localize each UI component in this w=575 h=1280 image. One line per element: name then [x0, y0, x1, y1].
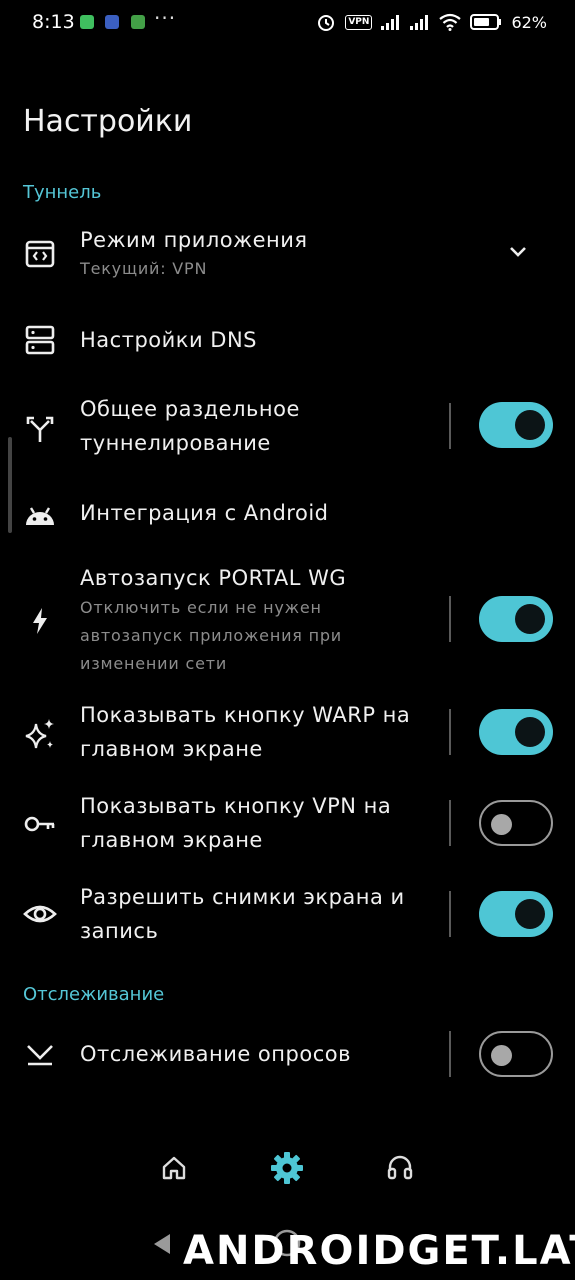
- headset-icon: [387, 1155, 413, 1180]
- key-icon: [24, 816, 55, 832]
- chevron-down-icon[interactable]: [506, 244, 530, 260]
- setting-poll-tracking[interactable]: Отслеживание опросов: [0, 1030, 575, 1078]
- setting-android-integration[interactable]: Интеграция с Android: [0, 490, 575, 538]
- divider: [449, 800, 451, 846]
- poll-tracking-icon: [27, 1045, 53, 1066]
- setting-subtitle: Текущий: VPN: [80, 259, 208, 278]
- split-icon: [26, 416, 54, 442]
- vpn-badge: VPN: [345, 14, 373, 30]
- whatsapp-icon: [80, 15, 94, 29]
- back-icon[interactable]: [150, 1232, 174, 1256]
- status-time: 8:13: [32, 11, 75, 33]
- divider: [449, 596, 451, 642]
- page-title: Настройки: [23, 104, 193, 139]
- nav-settings[interactable]: [267, 1148, 307, 1188]
- setting-title: Интеграция с Android: [80, 501, 329, 525]
- setting-title: Отслеживание опросов: [80, 1042, 351, 1066]
- bottom-navigation: [0, 1138, 575, 1198]
- divider: [449, 403, 451, 449]
- status-bar: 8:13 ··· VPN 62%: [0, 0, 575, 48]
- sparkle-icon: [25, 719, 54, 749]
- home-icon: [162, 1156, 186, 1180]
- dns-icon: [25, 325, 55, 355]
- app-mode-icon: [25, 240, 55, 268]
- setting-allow-screenshots[interactable]: Разрешить снимки экрана и запись: [0, 880, 575, 952]
- screenshots-toggle[interactable]: [479, 891, 553, 937]
- setting-show-vpn-button[interactable]: Показывать кнопку VPN на главном экране: [0, 789, 575, 861]
- setting-app-mode[interactable]: Режим приложения Текущий: VPN: [0, 222, 575, 294]
- setting-title: Настройки DNS: [80, 328, 257, 352]
- divider: [449, 709, 451, 755]
- nav-support[interactable]: [380, 1148, 420, 1188]
- toggle-knob: [491, 1045, 512, 1066]
- android-icon: [26, 507, 54, 525]
- section-header-tunnel: Туннель: [23, 182, 102, 203]
- toggle-knob: [515, 899, 545, 929]
- nav-home[interactable]: [154, 1148, 194, 1188]
- warp-button-toggle[interactable]: [479, 709, 553, 755]
- toggle-knob: [491, 814, 512, 835]
- setting-title: Разрешить снимки экрана и запись: [80, 885, 405, 943]
- bolt-icon: [33, 608, 47, 634]
- setting-title: Показывать кнопку WARP на главном экране: [80, 703, 411, 761]
- vpn-button-toggle[interactable]: [479, 800, 553, 846]
- setting-title: Общее раздельное туннелирование: [80, 397, 300, 455]
- battery-icon: [470, 14, 502, 30]
- split-tunneling-toggle[interactable]: [479, 402, 553, 448]
- setting-dns[interactable]: Настройки DNS: [0, 316, 575, 364]
- toggle-knob: [515, 410, 545, 440]
- setting-title: Режим приложения: [80, 228, 308, 252]
- setting-title: Автозапуск PORTAL WG: [80, 566, 347, 590]
- poll-tracking-toggle[interactable]: [479, 1031, 553, 1077]
- setting-autostart[interactable]: Автозапуск PORTAL WG Отключить если не н…: [0, 561, 575, 681]
- alarm-icon: [318, 15, 335, 31]
- battery-percent: 62%: [511, 12, 547, 32]
- wifi-icon: [439, 13, 462, 31]
- signal-icon: [381, 15, 400, 30]
- toggle-knob: [515, 604, 545, 634]
- autostart-toggle[interactable]: [479, 596, 553, 642]
- setting-subtitle: Отключить если не нужен автозапуск прило…: [80, 598, 343, 673]
- settings-icon: [271, 1152, 303, 1184]
- divider: [449, 891, 451, 937]
- section-header-tracking: Отслеживание: [23, 984, 165, 1005]
- signal-icon: [410, 15, 429, 30]
- more-notifications-icon: ···: [154, 6, 177, 30]
- app-notification-icon: [105, 15, 119, 29]
- setting-title: Показывать кнопку VPN на главном экране: [80, 794, 392, 852]
- divider: [449, 1031, 451, 1077]
- setting-show-warp-button[interactable]: Показывать кнопку WARP на главном экране: [0, 698, 575, 770]
- setting-split-tunneling[interactable]: Общее раздельное туннелирование: [0, 390, 575, 462]
- toggle-knob: [515, 717, 545, 747]
- watermark: ANDROIDGET.LAT: [183, 1228, 575, 1274]
- eye-icon: [23, 905, 57, 923]
- app-notification-icon: [131, 15, 145, 29]
